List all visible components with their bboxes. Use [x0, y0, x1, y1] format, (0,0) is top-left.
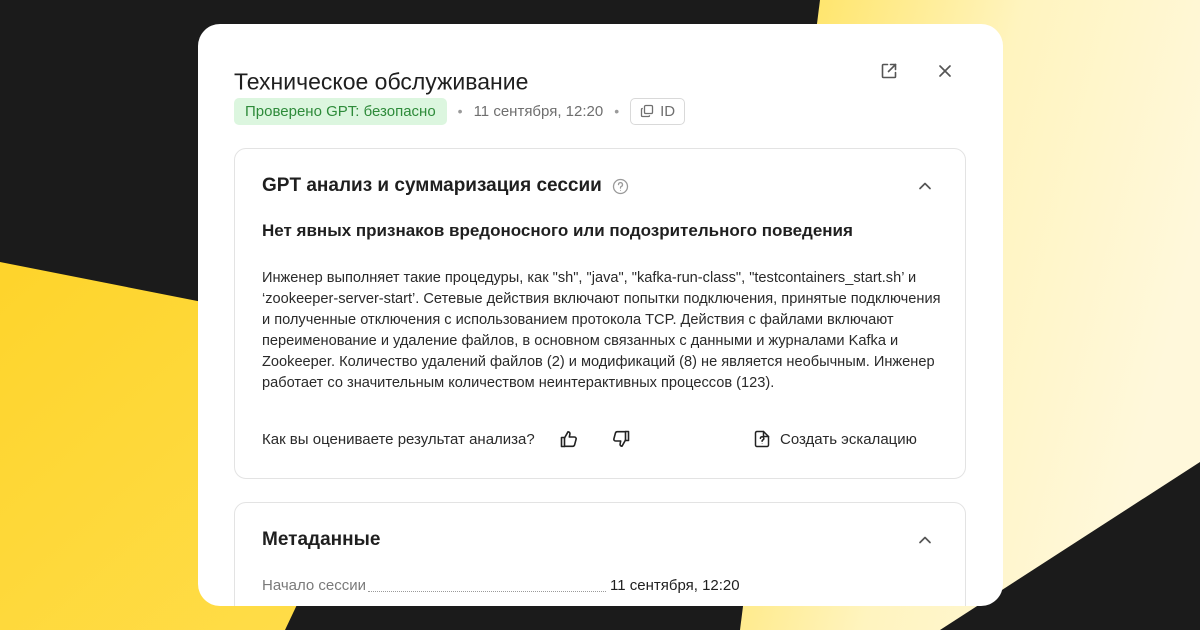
feedback-question: Как вы оцениваете результат анализа?	[262, 430, 535, 448]
session-modal: Техническое обслуживание Проверено GPT: …	[198, 24, 1003, 606]
metadata-header[interactable]: Метаданные	[262, 529, 380, 551]
gpt-analysis-header[interactable]: GPT анализ и суммаризация сессии	[262, 175, 629, 197]
create-escalation-label: Создать эскалацию	[780, 430, 917, 448]
copy-id-button[interactable]: ID	[630, 97, 686, 125]
create-escalation-button[interactable]: Создать эскалацию	[754, 425, 917, 453]
status-badge: Проверено GPT: безопасно	[234, 97, 447, 125]
metadata-card: Метаданные Начало сессии 11 сентября, 12…	[234, 502, 966, 606]
thumbs-down-icon	[612, 430, 630, 447]
metadata-key: Начало сессии	[262, 577, 367, 594]
like-button[interactable]	[559, 429, 579, 449]
session-date: 11 сентября, 12:20	[473, 102, 604, 120]
close-button[interactable]	[931, 57, 959, 85]
chevron-up-icon	[919, 182, 931, 190]
separator-dot: •	[457, 103, 463, 119]
thumbs-up-icon	[560, 431, 577, 448]
metadata-value: 11 сентября, 12:20	[610, 577, 740, 594]
open-external-button[interactable]	[875, 57, 903, 85]
collapse-metadata-button[interactable]	[911, 526, 939, 554]
gpt-analysis-title: GPT анализ и суммаризация сессии	[262, 175, 602, 196]
chevron-up-icon	[919, 536, 931, 544]
analysis-summary: Инженер выполняет такие процедуры, как "…	[262, 270, 941, 391]
help-circle-icon[interactable]	[612, 178, 629, 195]
metadata-title: Метаданные	[262, 529, 381, 550]
file-question-icon	[754, 430, 770, 448]
external-link-icon	[881, 63, 897, 79]
metadata-field-session-start: Начало сессии 11 сентября, 12:20	[262, 577, 962, 597]
gpt-analysis-card: GPT анализ и суммаризация сессии Нет явн…	[234, 148, 966, 479]
session-meta-row: Проверено GPT: безопасно • 11 сентября, …	[234, 97, 686, 125]
close-icon	[939, 65, 951, 77]
analysis-verdict: Нет явных признаков вредоносного или под…	[262, 221, 853, 240]
dotted-leader	[368, 591, 606, 592]
collapse-analysis-button[interactable]	[911, 172, 939, 200]
id-label: ID	[660, 102, 676, 120]
modal-title: Техническое обслуживание	[234, 68, 529, 95]
copy-icon	[640, 104, 654, 118]
dislike-button[interactable]	[611, 429, 631, 449]
feedback-row: Как вы оцениваете результат анализа? Соз…	[262, 425, 938, 453]
separator-dot: •	[614, 103, 620, 119]
